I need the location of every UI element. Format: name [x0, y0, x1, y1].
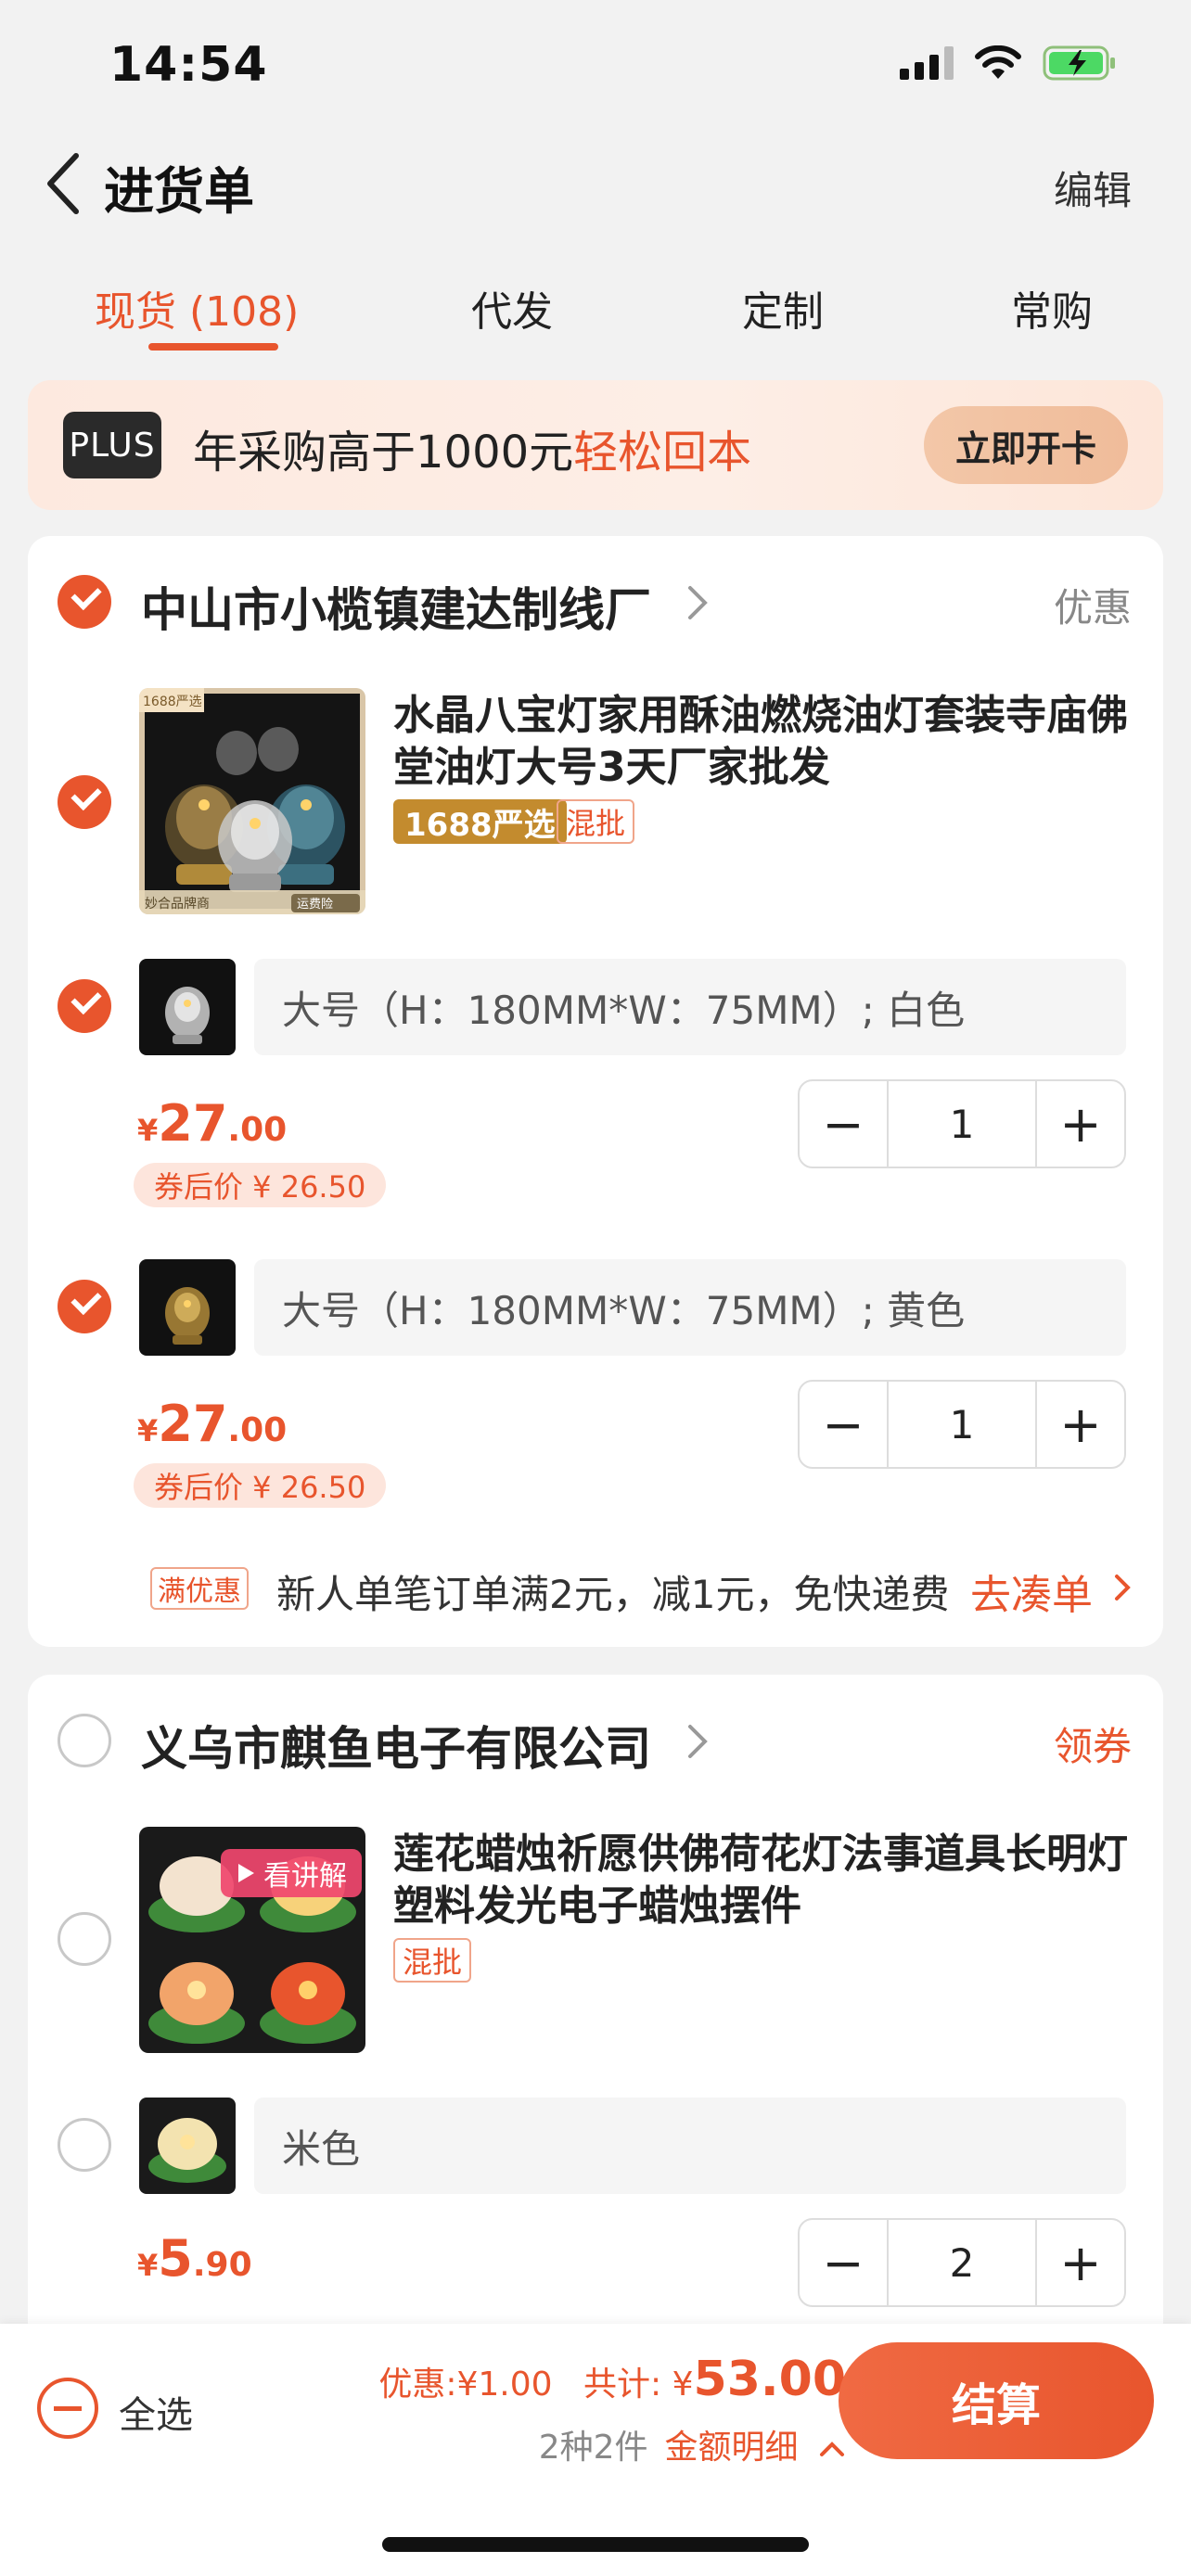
sku-thumbnail[interactable]	[139, 1259, 236, 1356]
shop-promo-tag[interactable]: 优惠	[1054, 577, 1132, 633]
claim-coupon-button[interactable]: 领券	[1054, 1715, 1132, 1772]
banner-text: 年采购高于1000元轻松回本	[193, 415, 751, 480]
sku-spec-selector[interactable]: 大号（H：180MM*W：75MM）; 白色	[254, 959, 1126, 1055]
sku-spec-selector[interactable]: 米色	[254, 2098, 1126, 2194]
sku-spec-selector[interactable]: 大号（H：180MM*W：75MM）; 黄色	[254, 1259, 1126, 1356]
chevron-right-icon[interactable]	[686, 584, 709, 621]
shop-name[interactable]: 义乌市麒鱼电子有限公司	[141, 1712, 651, 1779]
plus-badge: PLUS	[63, 412, 161, 478]
increase-button[interactable]: +	[1037, 2220, 1124, 2305]
badge-mixed-wholesale: 混批	[393, 1938, 472, 1983]
sku-price: ¥5.90	[137, 2229, 252, 2288]
sku-checkbox[interactable]	[58, 1280, 111, 1333]
promo-tag: 满优惠	[150, 1567, 249, 1610]
discount-value: ¥1.00	[456, 2366, 553, 2404]
edit-button[interactable]: 编辑	[1054, 159, 1132, 216]
banner-text-highlight: 轻松回本	[573, 427, 752, 478]
sku-price: ¥27.00	[137, 1094, 287, 1153]
coupon-price: 券后价 ¥ 26.50	[134, 1163, 387, 1207]
totals-detail-row: 2种2件 金额明细	[378, 2420, 846, 2468]
tab-custom[interactable]: 定制	[742, 278, 824, 338]
status-time: 14:54	[109, 37, 268, 93]
select-all-checkbox-icon[interactable]	[37, 2378, 98, 2439]
quantity-input[interactable]: 2	[887, 2220, 1037, 2305]
increase-button[interactable]: +	[1037, 1382, 1124, 1467]
select-all-label[interactable]: 全选	[119, 2385, 193, 2439]
tab-in-stock[interactable]: 现货 (108)	[95, 278, 299, 338]
video-badge-label: 看讲解	[263, 1860, 347, 1893]
home-indicator[interactable]	[382, 2537, 809, 2552]
price-integer: 5	[158, 2229, 193, 2288]
decrease-button[interactable]: −	[800, 1081, 887, 1167]
sku-checkbox[interactable]	[58, 2118, 111, 2172]
decrease-button[interactable]: −	[800, 1382, 887, 1467]
decrease-button[interactable]: −	[800, 2220, 887, 2305]
increase-button[interactable]: +	[1037, 1081, 1124, 1167]
shop-card: 中山市小榄镇建达制线厂 优惠 1688严选 妙合品牌商 运费险 水晶八宝灯家用酥…	[28, 536, 1163, 1647]
quantity-input[interactable]: 1	[887, 1081, 1037, 1167]
product-checkbox[interactable]	[58, 775, 111, 829]
shop-checkbox[interactable]	[58, 575, 111, 629]
sku-thumbnail[interactable]	[139, 959, 236, 1055]
checkout-button[interactable]: 结算	[839, 2342, 1154, 2459]
order-totals: 优惠:¥1.00 共计: ¥53.00 2种2件 金额明细	[378, 2352, 846, 2468]
chevron-right-icon[interactable]	[686, 1723, 709, 1760]
shop-card: 义乌市麒鱼电子有限公司 领券 看讲解 莲花蜡烛祈愿供佛荷花灯法事道具长明灯塑料发…	[28, 1675, 1163, 2361]
coupon-price: 券后价 ¥ 26.50	[134, 1463, 387, 1508]
price-integer: 27	[158, 1094, 228, 1153]
quantity-stepper: − 1 +	[798, 1079, 1126, 1168]
total-value: 53.00	[693, 2352, 846, 2407]
add-more-link[interactable]: 去凑单	[970, 1562, 1093, 1621]
sku-checkbox[interactable]	[58, 979, 111, 1033]
badge-mixed-wholesale: 混批	[557, 799, 635, 844]
tab-frequent[interactable]: 常购	[1011, 278, 1093, 338]
shop-name[interactable]: 中山市小榄镇建达制线厂	[141, 573, 651, 640]
video-explain-button[interactable]: 看讲解	[221, 1849, 362, 1897]
amount-detail-link[interactable]: 金额明细	[665, 2429, 799, 2467]
chevron-right-icon[interactable]	[1113, 1573, 1132, 1602]
shop-checkbox[interactable]	[58, 1714, 111, 1767]
item-count: 2种2件	[538, 2429, 648, 2467]
thumb-label-insurance: 运费险	[297, 898, 333, 912]
sku-thumbnail[interactable]	[139, 2098, 236, 2194]
quantity-stepper: − 1 +	[798, 1380, 1126, 1469]
badge-1688-selected: 1688严选	[393, 799, 567, 844]
price-currency: ¥	[137, 2248, 159, 2283]
price-decimal: .00	[227, 1411, 288, 1449]
discount-label: 优惠:	[378, 2366, 457, 2404]
product-checkbox[interactable]	[58, 1912, 111, 1966]
total-currency: ¥	[672, 2366, 694, 2404]
battery-charging-icon	[1043, 45, 1115, 81]
page-title: 进货单	[104, 162, 254, 221]
promo-text: 新人单笔订单满2元，减1元，免快递费	[276, 1572, 950, 1617]
thumb-label-brand: 妙合品牌商	[145, 896, 210, 912]
play-icon	[238, 1864, 254, 1882]
totals-summary: 优惠:¥1.00 共计: ¥53.00	[378, 2352, 846, 2407]
status-icons	[900, 45, 1117, 82]
product-title[interactable]: 莲花蜡烛祈愿供佛荷花灯法事道具长明灯塑料发光电子蜡烛摆件	[393, 1829, 1135, 1932]
price-decimal: .90	[192, 2246, 252, 2284]
thumb-label-selected: 1688严选	[143, 695, 202, 709]
product-image[interactable]: 1688严选 妙合品牌商 运费险	[139, 688, 365, 914]
quantity-input[interactable]: 1	[887, 1382, 1037, 1467]
open-card-button[interactable]: 立即开卡	[924, 406, 1128, 484]
price-currency: ¥	[137, 1413, 159, 1448]
quantity-stepper: − 2 +	[798, 2218, 1126, 2307]
plus-banner[interactable]: PLUS 年采购高于1000元轻松回本 立即开卡	[28, 380, 1163, 510]
chevron-up-icon[interactable]	[818, 2440, 846, 2458]
price-currency: ¥	[137, 1113, 159, 1148]
back-arrow-icon[interactable]	[41, 148, 87, 219]
cellular-signal-icon	[900, 46, 954, 80]
total-label: 共计:	[583, 2366, 662, 2404]
product-title[interactable]: 水晶八宝灯家用酥油燃烧油灯套装寺庙佛堂油灯大号3天厂家批发	[393, 690, 1135, 794]
price-decimal: .00	[227, 1111, 288, 1149]
active-tab-indicator	[148, 343, 278, 351]
price-integer: 27	[158, 1395, 228, 1453]
wifi-icon	[975, 45, 1021, 79]
tab-dropship[interactable]: 代发	[471, 278, 553, 338]
sku-price: ¥27.00	[137, 1395, 287, 1453]
banner-text-main: 年采购高于1000元	[193, 427, 574, 478]
